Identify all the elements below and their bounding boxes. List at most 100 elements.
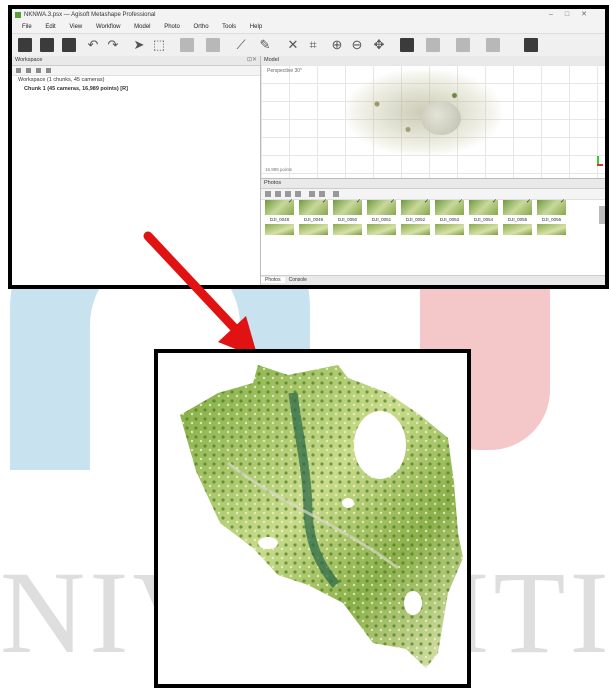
thumbnail-row-2 — [265, 224, 597, 235]
menu-help[interactable]: Help — [250, 24, 262, 30]
zoom-in-icon[interactable]: ⊕ — [330, 38, 344, 52]
photo-thumbnail[interactable] — [401, 198, 430, 215]
photo-thumbnail[interactable] — [469, 224, 498, 235]
menu-file[interactable]: File — [22, 24, 32, 30]
photo-label: DJI_0056 — [541, 217, 562, 222]
photo-thumbnail[interactable] — [537, 224, 566, 235]
thumbnail-row-1 — [265, 198, 597, 215]
save-icon[interactable] — [62, 38, 76, 52]
photo-thumbnail[interactable] — [503, 198, 532, 215]
photo-thumbnail[interactable] — [537, 198, 566, 215]
photo-label: DJI_0051 — [371, 217, 392, 222]
photo-thumbnail[interactable] — [435, 224, 464, 235]
photo-label: DJI_0048 — [269, 217, 290, 222]
photos-pane: Photos ✓ ✓ ✓ ✓ ✓ ✓ ✓ ✓ ✓ DJI_0048 DJI_00… — [261, 178, 605, 285]
photo-thumbnail[interactable] — [299, 224, 328, 235]
window-titlebar: NKNWA.3.psx — Agisoft Metashape Professi… — [12, 9, 605, 21]
photo-thumbnail[interactable] — [333, 198, 362, 215]
move-icon[interactable]: ✥ — [372, 38, 386, 52]
maximize-button[interactable]: □ — [565, 11, 581, 18]
draw-polyline-icon[interactable]: ✎ — [258, 38, 272, 52]
navigation-cursor-icon[interactable]: ➤ — [132, 38, 146, 52]
photo-label: DJI_0055 — [507, 217, 528, 222]
workspace-root-item[interactable]: Workspace (1 chunks, 45 cameras) — [12, 76, 260, 85]
orthomosaic-frame — [154, 349, 471, 688]
disable-camera-icon[interactable] — [319, 191, 325, 197]
rotate-tool-icon[interactable] — [206, 38, 220, 52]
rotate-right-icon[interactable] — [285, 191, 291, 197]
photos-toolbar — [261, 189, 605, 200]
redo-icon[interactable]: ↷ — [106, 38, 120, 52]
workspace-root-label: Workspace (1 chunks, 45 cameras) — [18, 77, 105, 83]
window-controls: –□✕ — [549, 9, 599, 21]
model-view[interactable]: Model Perspective 30° 16,989 points — [261, 56, 605, 178]
photo-thumbnail[interactable] — [469, 198, 498, 215]
tab-console[interactable]: Console — [285, 277, 311, 283]
app-icon — [15, 12, 21, 18]
reset-filter-icon[interactable] — [295, 191, 301, 197]
data-gap — [404, 591, 422, 615]
menu-view[interactable]: View — [69, 24, 82, 30]
workspace-header: Workspace ⊡✕ — [12, 56, 260, 66]
remove-item-icon[interactable] — [46, 68, 51, 73]
workspace-panes: Workspace ⊡✕ Workspace (1 chunks, 45 cam… — [12, 56, 605, 285]
photos-scrollbar[interactable] — [599, 206, 605, 224]
delete-selection-icon[interactable]: ✕ — [286, 38, 300, 52]
photo-thumbnail[interactable] — [367, 224, 396, 235]
menu-edit[interactable]: Edit — [45, 24, 55, 30]
projection-label: Perspective 30° — [267, 68, 303, 74]
photo-label: DJI_0049 — [303, 217, 324, 222]
show-cameras-icon[interactable] — [426, 38, 440, 52]
menu-workflow[interactable]: Workflow — [96, 24, 121, 30]
crop-icon[interactable]: ⌗ — [306, 38, 320, 52]
menu-photo[interactable]: Photo — [164, 24, 180, 30]
enable-camera-icon[interactable] — [309, 191, 315, 197]
remove-photo-icon[interactable] — [265, 191, 271, 197]
ruler-icon[interactable]: ⟋ — [234, 38, 248, 52]
photo-thumbnail[interactable] — [503, 224, 532, 235]
workspace-title: Workspace — [15, 57, 43, 63]
add-marker-icon[interactable] — [36, 68, 41, 73]
rectangle-selection-icon[interactable]: ⬚ — [152, 38, 166, 52]
photo-thumbnail[interactable] — [265, 198, 294, 215]
new-file-icon[interactable] — [18, 38, 32, 52]
data-gap — [342, 498, 354, 508]
add-chunk-icon[interactable] — [16, 68, 21, 73]
trackball-sphere[interactable] — [421, 101, 461, 135]
photo-thumbnail[interactable] — [299, 198, 328, 215]
menu-ortho[interactable]: Ortho — [194, 24, 209, 30]
photo-thumbnail[interactable] — [367, 198, 396, 215]
photo-label: DJI_0053 — [439, 217, 460, 222]
rotate-left-icon[interactable] — [275, 191, 281, 197]
photos-title: Photos — [264, 180, 282, 186]
software-screenshot: NKNWA.3.psx — Agisoft Metashape Professi… — [8, 5, 609, 289]
add-photos-icon[interactable] — [26, 68, 31, 73]
vegetation-texture — [180, 365, 463, 668]
chunk-item[interactable]: Chunk 1 (45 cameras, 16,989 points) [R] — [12, 85, 260, 94]
show-markers-icon[interactable] — [486, 38, 500, 52]
camera-capture-icon[interactable] — [524, 38, 538, 52]
region-tool-icon[interactable] — [180, 38, 194, 52]
minimize-button[interactable]: – — [549, 11, 565, 18]
data-gap — [354, 411, 406, 479]
photo-thumbnail[interactable] — [401, 224, 430, 235]
photos-header: Photos — [261, 179, 605, 189]
photo-thumbnail[interactable] — [435, 198, 464, 215]
menu-tools[interactable]: Tools — [222, 24, 236, 30]
orthomosaic-image — [180, 365, 463, 668]
open-folder-icon[interactable] — [40, 38, 54, 52]
photo-label: DJI_0052 — [405, 217, 426, 222]
data-gap — [258, 537, 278, 549]
view-mode-icon[interactable] — [333, 191, 339, 197]
photo-label: DJI_0054 — [473, 217, 494, 222]
show-shapes-icon[interactable] — [456, 38, 470, 52]
close-button[interactable]: ✕ — [581, 11, 599, 18]
undo-icon[interactable]: ↶ — [86, 38, 100, 52]
menu-bar: File Edit View Workflow Model Photo Orth… — [12, 21, 605, 34]
menu-model[interactable]: Model — [134, 24, 150, 30]
zoom-out-icon[interactable]: ⊖ — [350, 38, 364, 52]
points-count-label: 16,989 points — [265, 167, 293, 172]
show-points-icon[interactable] — [400, 38, 414, 52]
pane-close-icon[interactable]: ⊡✕ — [247, 56, 257, 65]
photo-thumbnail[interactable] — [333, 224, 362, 235]
